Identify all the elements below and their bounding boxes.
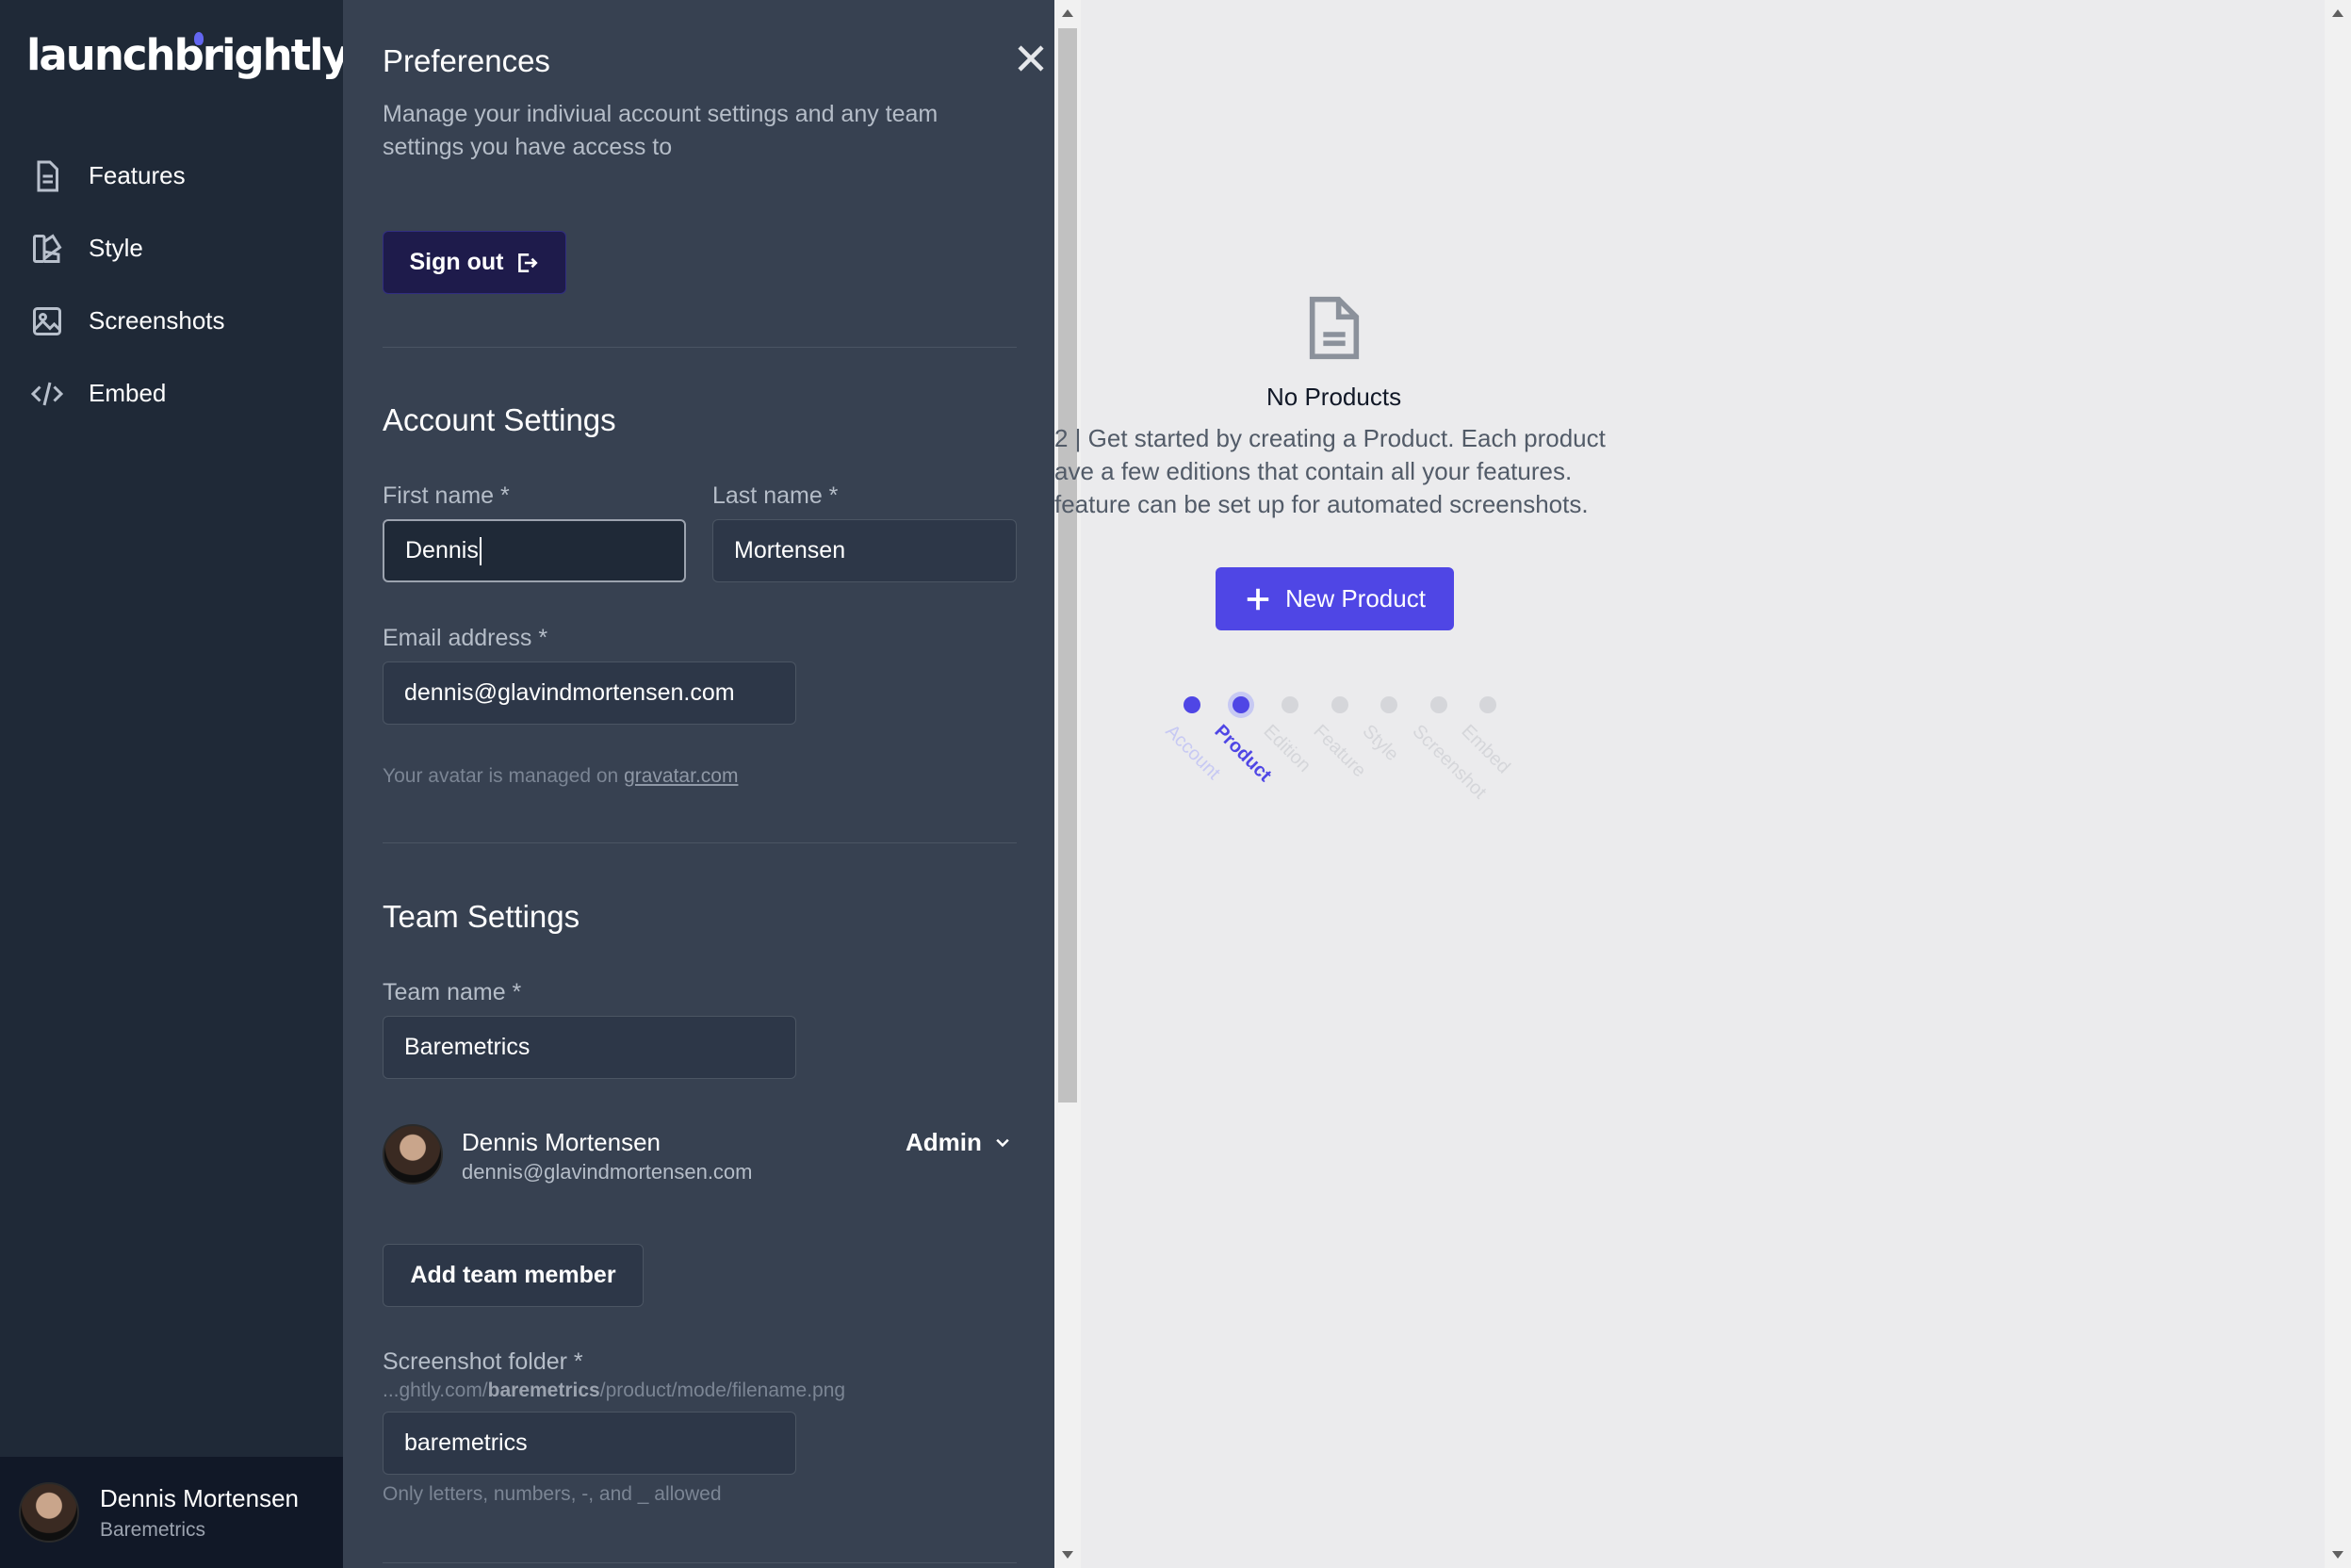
avatar bbox=[383, 1124, 443, 1184]
email-label: Email address * bbox=[383, 625, 548, 651]
close-icon bbox=[1018, 45, 1044, 72]
avatar bbox=[19, 1482, 79, 1543]
user-team: Baremetrics bbox=[100, 1518, 206, 1541]
last-name-field[interactable]: Mortensen bbox=[712, 519, 1017, 582]
scrollbar-thumb[interactable] bbox=[1058, 28, 1077, 1102]
empty-state-description: 2 | Get started by creating a Product. E… bbox=[1054, 424, 1606, 518]
first-name-field[interactable]: Dennis bbox=[383, 519, 686, 582]
plus-icon bbox=[1247, 588, 1269, 610]
team-settings-title: Team Settings bbox=[383, 899, 580, 934]
new-product-button[interactable]: New Product bbox=[1216, 567, 1454, 630]
document-icon bbox=[1308, 295, 1361, 361]
sidebar-item-label: Screenshots bbox=[89, 306, 225, 335]
sidebar: launchbrightly Features Style Screenshot… bbox=[0, 0, 350, 1568]
email-value: dennis@glavindmortensen.com bbox=[404, 679, 735, 706]
new-product-label: New Product bbox=[1285, 584, 1426, 612]
sign-out-label: Sign out bbox=[409, 249, 504, 275]
folder-value: baremetrics bbox=[404, 1429, 528, 1456]
scroll-up-icon[interactable] bbox=[2332, 9, 2343, 17]
folder-path-bold: baremetrics bbox=[487, 1380, 600, 1401]
page-scrollbar[interactable] bbox=[2325, 0, 2351, 1568]
member-email: dennis@glavindmortensen.com bbox=[462, 1160, 753, 1184]
panel-subtitle: Manage your indiviual account settings a… bbox=[383, 101, 939, 160]
add-team-member-button[interactable]: Add team member bbox=[383, 1244, 644, 1307]
step-account[interactable]: Account bbox=[1161, 691, 1225, 823]
step-dot bbox=[1184, 696, 1200, 713]
onboarding-steps: Account Product Edition Feature Style Sc… bbox=[1161, 691, 1553, 841]
app-root: launchbrightly Features Style Screenshot… bbox=[0, 0, 2351, 1568]
flame-icon bbox=[194, 32, 204, 45]
sidebar-item-screenshots[interactable]: Screenshots bbox=[0, 285, 343, 357]
step-dot bbox=[1380, 696, 1397, 713]
sidebar-item-label: Embed bbox=[89, 379, 167, 407]
step-style[interactable]: Style bbox=[1358, 691, 1422, 823]
sidebar-item-embed[interactable]: Embed bbox=[0, 357, 343, 430]
avatar-hint-text: Your avatar is managed on bbox=[383, 765, 625, 787]
avatar-hint: Your avatar is managed on gravatar.com bbox=[383, 765, 738, 788]
document-icon bbox=[30, 159, 64, 193]
last-name-value: Mortensen bbox=[734, 537, 846, 564]
folder-path-suffix: /product/mode/filename.png bbox=[599, 1380, 846, 1401]
folder-path-preview: ...ghtly.com/baremetrics/product/mode/fi… bbox=[383, 1380, 845, 1402]
sidebar-user[interactable]: Dennis Mortensen Baremetrics bbox=[0, 1457, 343, 1568]
style-icon bbox=[30, 232, 64, 266]
step-feature[interactable]: Feature bbox=[1309, 691, 1373, 823]
screenshot-folder-field[interactable]: baremetrics bbox=[383, 1412, 796, 1475]
sidebar-nav: Features Style Screenshots Embed bbox=[0, 139, 343, 430]
divider bbox=[383, 347, 1017, 348]
screenshot-folder-label: Screenshot folder * bbox=[383, 1348, 583, 1375]
logo-text: launchbrightly bbox=[26, 30, 350, 80]
step-dot bbox=[1331, 696, 1348, 713]
scroll-down-icon[interactable] bbox=[2332, 1551, 2343, 1559]
divider bbox=[383, 842, 1017, 843]
email-field[interactable]: dennis@glavindmortensen.com bbox=[383, 662, 796, 725]
user-name: Dennis Mortensen bbox=[100, 1483, 299, 1512]
team-name-field[interactable]: Baremetrics bbox=[383, 1016, 796, 1079]
step-edition[interactable]: Edition bbox=[1259, 691, 1323, 823]
role-value: Admin bbox=[906, 1128, 982, 1156]
gravatar-link[interactable]: gravatar.com bbox=[624, 765, 738, 787]
step-dot bbox=[1430, 696, 1447, 713]
step-dot bbox=[1282, 696, 1298, 713]
sidebar-item-label: Features bbox=[89, 161, 186, 189]
account-settings-title: Account Settings bbox=[383, 402, 616, 437]
sidebar-item-style[interactable]: Style bbox=[0, 212, 343, 285]
panel-title: Preferences bbox=[383, 43, 550, 78]
chevron-down-icon bbox=[996, 1138, 1009, 1147]
scroll-down-icon[interactable] bbox=[1062, 1551, 1073, 1559]
team-name-value: Baremetrics bbox=[404, 1034, 531, 1060]
empty-state-title: No Products bbox=[1266, 383, 1402, 411]
folder-hint: Only letters, numbers, -, and _ allowed bbox=[383, 1483, 722, 1505]
last-name-label: Last name * bbox=[712, 482, 839, 509]
folder-path-prefix: ...ghtly.com/ bbox=[383, 1380, 488, 1401]
sidebar-item-features[interactable]: Features bbox=[0, 139, 343, 212]
first-name-value: Dennis bbox=[405, 537, 479, 564]
step-screenshot[interactable]: Screenshot bbox=[1408, 691, 1491, 823]
step-product[interactable]: Product bbox=[1210, 691, 1275, 823]
scroll-up-icon[interactable] bbox=[1062, 9, 1073, 17]
first-name-label: First name * bbox=[383, 482, 510, 509]
close-button[interactable] bbox=[1014, 41, 1048, 75]
panel-scrollbar[interactable] bbox=[1054, 0, 1081, 1568]
divider bbox=[383, 1562, 1017, 1563]
step-dot bbox=[1479, 696, 1496, 713]
role-select[interactable]: Admin bbox=[906, 1128, 1012, 1157]
step-dot bbox=[1233, 696, 1249, 713]
step-embed[interactable]: Embed bbox=[1457, 691, 1521, 823]
image-icon bbox=[30, 304, 64, 338]
preferences-panel: Preferences Manage your indiviual accoun… bbox=[343, 0, 1054, 1568]
sidebar-item-label: Style bbox=[89, 234, 143, 262]
sign-out-icon bbox=[518, 253, 539, 272]
team-member-row: Dennis Mortensen dennis@glavindmortensen… bbox=[383, 1124, 1017, 1190]
app-logo[interactable]: launchbrightly bbox=[26, 30, 350, 80]
code-icon bbox=[30, 377, 64, 411]
team-name-label: Team name * bbox=[383, 979, 522, 1005]
member-name: Dennis Mortensen bbox=[462, 1128, 661, 1156]
sign-out-button[interactable]: Sign out bbox=[383, 231, 566, 294]
text-caret bbox=[479, 536, 482, 565]
